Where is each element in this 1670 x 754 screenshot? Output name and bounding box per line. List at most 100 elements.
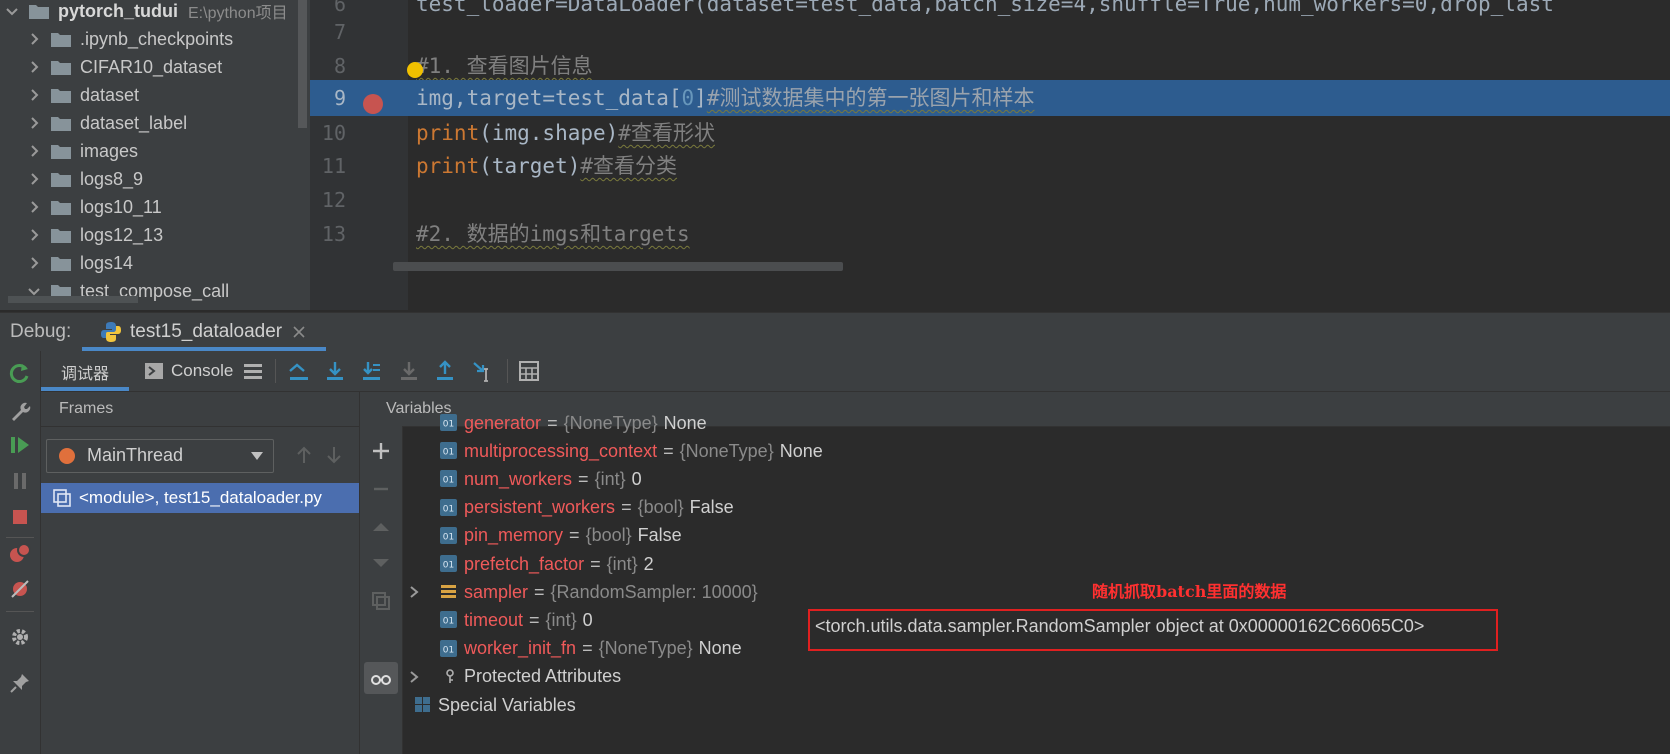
variable-name: persistent_workers	[464, 497, 616, 518]
variable-row[interactable]: prefetch_factor = {int} 2	[464, 549, 1670, 579]
variable-type: {int}	[594, 468, 626, 489]
variable-value: None	[698, 638, 742, 659]
primitive-field-icon: 01	[440, 414, 457, 431]
arrow-up-icon[interactable]	[293, 444, 315, 466]
variable-name: prefetch_factor	[464, 553, 585, 574]
variable-row[interactable]: generator = {NoneType} None	[464, 408, 1670, 438]
variable-type: {NoneType}	[563, 412, 658, 433]
chevron-right-icon[interactable]	[26, 227, 42, 243]
code-keyword: print	[416, 154, 480, 178]
chevron-right-icon[interactable]	[26, 171, 42, 187]
tree-item-label: images	[80, 140, 139, 161]
tab-console[interactable]: Console	[145, 351, 233, 391]
variable-row[interactable]: persistent_workers = {bool} False	[464, 493, 1670, 523]
debug-tool-window-bar: Debug: test15_dataloader	[0, 312, 1670, 352]
tree-root[interactable]: pytorch_tudui E:\python项目	[0, 0, 300, 26]
protected-attributes-label: Protected Attributes	[464, 666, 622, 687]
chevron-right-icon[interactable]	[26, 31, 42, 47]
tree-scrollbar[interactable]	[298, 0, 307, 128]
evaluate-expression-icon[interactable]	[517, 359, 541, 383]
tree-item[interactable]: images	[0, 136, 300, 166]
view-breakpoints-icon[interactable]	[8, 541, 32, 565]
settings-gear-icon[interactable]	[8, 625, 32, 649]
debug-session-tab[interactable]: test15_dataloader	[82, 313, 326, 351]
special-variables-icon	[415, 697, 430, 712]
show-execution-point-icon[interactable]	[287, 359, 311, 383]
code-line[interactable]: 11 print(target)#查看分类	[310, 148, 1670, 184]
chevron-right-icon[interactable]	[26, 255, 42, 271]
folder-icon	[29, 4, 49, 19]
debug-label: Debug:	[10, 321, 72, 342]
frames-header: Frames	[41, 392, 359, 427]
tree-item[interactable]: dataset	[0, 80, 300, 110]
editor-horizontal-scrollbar[interactable]	[393, 262, 843, 271]
frames-title: Frames	[59, 400, 114, 417]
move-down-icon[interactable]	[370, 552, 392, 574]
code-line[interactable]: 13 #2. 数据的imgs和targets	[310, 216, 1670, 252]
wrench-icon[interactable]	[8, 399, 32, 423]
mute-breakpoints-icon[interactable]	[8, 577, 32, 601]
tree-item[interactable]: .ipynb_checkpoints	[0, 24, 300, 54]
frame-row[interactable]: <module>, test15_dataloader.py	[41, 483, 359, 513]
glasses-icon[interactable]	[370, 667, 392, 689]
code-line[interactable]: 8 #1. 查看图片信息	[310, 48, 1670, 84]
lightbulb-icon[interactable]	[407, 62, 423, 78]
chevron-right-icon[interactable]	[26, 87, 42, 103]
chevron-right-icon[interactable]	[26, 143, 42, 159]
chevron-right-icon[interactable]	[407, 585, 421, 599]
chevron-right-icon[interactable]	[407, 670, 421, 684]
tree-item[interactable]: dataset_label	[0, 108, 300, 138]
step-into-icon[interactable]	[359, 359, 383, 383]
pin-icon[interactable]	[8, 671, 32, 695]
tree-item[interactable]: logs14	[0, 248, 300, 278]
chevron-right-icon[interactable]	[26, 115, 42, 131]
run-to-cursor-icon[interactable]	[471, 359, 495, 383]
resume-icon[interactable]	[8, 433, 32, 457]
code-line[interactable]: 10 print(img.shape)#查看形状	[310, 115, 1670, 151]
tree-item[interactable]: logs10_11	[0, 192, 300, 222]
svg-text:01: 01	[443, 504, 454, 514]
variables-panel: Variables generator = {NoneType} None 01 mult…	[360, 392, 1670, 754]
step-over-icon[interactable]	[323, 359, 347, 383]
code-editor[interactable]: 6 test_loader=DataLoader(dataset=test_dat…	[310, 0, 1670, 310]
close-icon[interactable]	[292, 325, 306, 339]
toolbar-divider	[507, 359, 508, 383]
code-line[interactable]: 9 img,target=test_data[0]#测试数据集中的第一张图片和样本	[310, 80, 1670, 116]
tab-debugger[interactable]: 调试器	[41, 351, 129, 391]
svg-text:01: 01	[443, 645, 454, 655]
tab-console-label: Console	[171, 361, 234, 380]
code-line[interactable]: 7	[310, 14, 1670, 50]
pause-icon[interactable]	[8, 469, 32, 493]
variable-row[interactable]: num_workers = {int} 0	[464, 464, 1670, 494]
variable-row[interactable]: sampler = {RandomSampler: 10000}	[464, 577, 1670, 607]
tree-item[interactable]: CIFAR10_dataset	[0, 52, 300, 82]
thread-select[interactable]: MainThread	[46, 439, 274, 473]
rerun-icon[interactable]	[8, 361, 32, 385]
chevron-right-icon[interactable]	[26, 199, 42, 215]
chevron-right-icon[interactable]	[26, 59, 42, 75]
variable-type: {NoneType}	[598, 638, 693, 659]
remove-watch-icon[interactable]	[370, 478, 392, 500]
tree-item-label: dataset_label	[80, 112, 188, 133]
step-out-icon[interactable]	[433, 359, 457, 383]
special-variables-row[interactable]: Special Variables	[438, 690, 1670, 720]
equals-sign: =	[621, 497, 632, 518]
tree-item[interactable]: logs12_13	[0, 220, 300, 250]
arrow-down-icon[interactable]	[323, 444, 345, 466]
protected-attributes-row[interactable]: Protected Attributes	[464, 662, 1670, 692]
tree-horizontal-scrollbar[interactable]	[8, 296, 138, 303]
primitive-field-icon: 01	[440, 442, 457, 460]
code-line[interactable]: 12	[310, 182, 1670, 218]
variable-row[interactable]: pin_memory = {bool} False	[464, 521, 1670, 551]
threads-layout-icon[interactable]	[241, 359, 265, 383]
variable-row[interactable]: multiprocessing_context = {NoneType} None	[464, 436, 1670, 466]
duplicate-watch-icon[interactable]	[370, 590, 392, 612]
breakpoint-icon[interactable]	[363, 94, 383, 114]
add-watch-icon[interactable]	[370, 440, 392, 462]
tree-item-label: logs12_13	[80, 224, 164, 245]
stop-icon[interactable]	[8, 505, 32, 529]
step-into-my-code-icon[interactable]	[397, 359, 421, 383]
move-up-icon[interactable]	[370, 516, 392, 538]
tree-item[interactable]: logs8_9	[0, 164, 300, 194]
variable-value: False	[689, 497, 734, 518]
